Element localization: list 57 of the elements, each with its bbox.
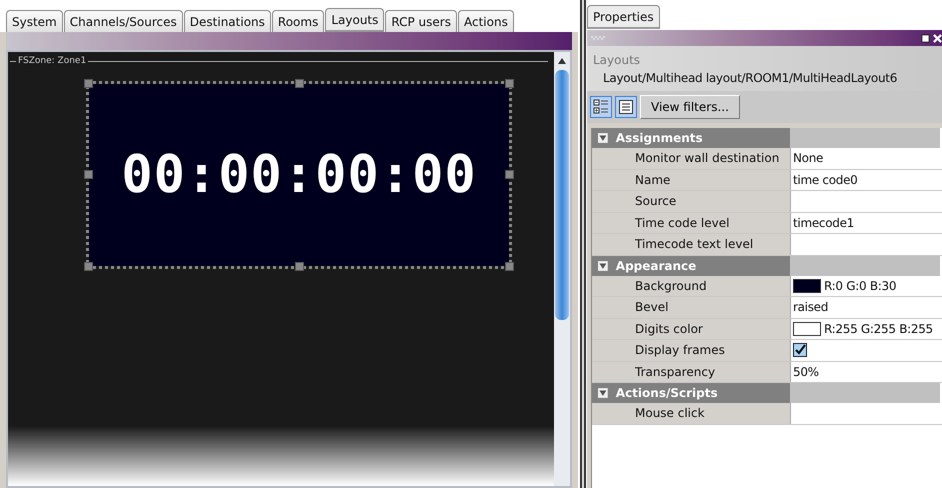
color-swatch[interactable] [793,278,821,293]
tab[interactable]: Destinations [184,10,271,32]
resize-handle[interactable] [84,79,93,88]
resize-handle[interactable] [295,79,304,88]
timecode-widget[interactable]: 00:00:00:00 [89,84,509,266]
resize-handle[interactable] [295,262,304,271]
collapse-icon[interactable] [598,388,608,398]
property-label: Monitor wall destination [592,148,790,168]
tab[interactable]: Rooms [272,10,324,32]
splitter[interactable] [578,0,587,488]
zone-title: FSZone: Zone1 [18,56,86,66]
property-value[interactable]: R:0 G:0 B:30 [824,278,896,293]
resize-handle[interactable] [505,170,514,179]
scrollbar[interactable] [554,52,570,486]
property-label: Display frames [592,340,790,360]
property-label: Name [592,170,790,190]
checkbox[interactable] [793,343,807,358]
property-label: Timecode text level [592,234,790,254]
section-label: Layouts [593,53,642,67]
maximize-icon[interactable] [921,34,930,42]
timecode-display: 00:00:00:00 [121,145,477,205]
layout-path: Layout/Multihead layout/ROOM1/MultiHeadLayout6 [602,70,898,85]
property-value[interactable]: None [793,151,824,166]
property-value[interactable]: R:255 G:255 B:255 [824,322,933,336]
property-value[interactable]: raised [793,300,828,314]
property-label: Transparency [592,362,790,382]
categorized-view-button[interactable] [590,96,612,118]
collapse-icon[interactable] [598,133,608,143]
list-view-button[interactable] [615,96,637,118]
scroll-thumb[interactable] [555,70,569,320]
view-filters-button[interactable]: View filters... [640,95,740,119]
grip-icon[interactable] [591,35,607,41]
property-label: Source [592,191,790,212]
close-icon[interactable] [933,34,942,42]
property-label: Time code level [592,212,790,233]
tab[interactable]: Actions [458,10,514,32]
tab[interactable]: System [6,10,63,32]
resize-handle[interactable] [84,170,93,179]
scroll-up-icon[interactable] [557,56,567,66]
property-label: Mouse click [592,403,790,424]
list-icon [618,99,634,115]
color-swatch[interactable] [793,322,821,336]
tab[interactable]: Properties [587,5,660,29]
resize-handle[interactable] [505,262,514,271]
tree-icon [593,99,609,115]
property-value[interactable]: timecode1 [793,216,854,230]
property-value[interactable]: time code0 [793,172,858,187]
property-value[interactable]: 50% [793,364,819,379]
tab[interactable]: Layouts [325,8,384,32]
property-label: Background [592,276,790,296]
property-label: Digits color [592,318,790,339]
tab[interactable]: RCP users [385,10,457,32]
collapse-icon[interactable] [598,260,608,270]
tab[interactable]: Channels/Sources [64,10,183,32]
resize-handle[interactable] [84,262,93,271]
resize-handle[interactable] [505,79,514,88]
property-label: Bevel [592,297,790,318]
